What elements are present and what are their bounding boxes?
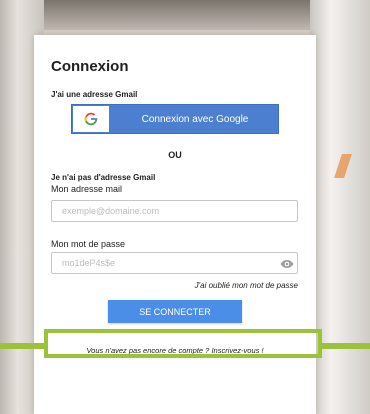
password-label: Mon mot de passe	[51, 239, 126, 249]
submit-button[interactable]: SE CONNECTER	[108, 300, 242, 323]
separator-ou: OU	[168, 150, 182, 160]
google-login-button[interactable]: Connexion avec Google	[71, 104, 279, 134]
eye-icon[interactable]	[280, 257, 294, 269]
google-button-label: Connexion avec Google	[141, 113, 249, 125]
background-frame-top	[44, 0, 314, 30]
no-gmail-prompt: Je n'ai pas d'adresse Gmail	[51, 173, 156, 182]
gmail-prompt: J'ai une adresse Gmail	[51, 90, 138, 99]
google-icon	[73, 106, 109, 132]
email-input[interactable]	[51, 200, 298, 222]
highlight-arrow-left	[0, 343, 46, 349]
highlight-box	[44, 329, 322, 358]
password-input[interactable]	[51, 252, 298, 274]
email-label: Mon adresse mail	[51, 184, 123, 194]
highlight-arrow-right	[322, 343, 370, 349]
page-title: Connexion	[51, 58, 129, 75]
forgot-password-link[interactable]: J'ai oublié mon mot de passe	[195, 281, 298, 290]
